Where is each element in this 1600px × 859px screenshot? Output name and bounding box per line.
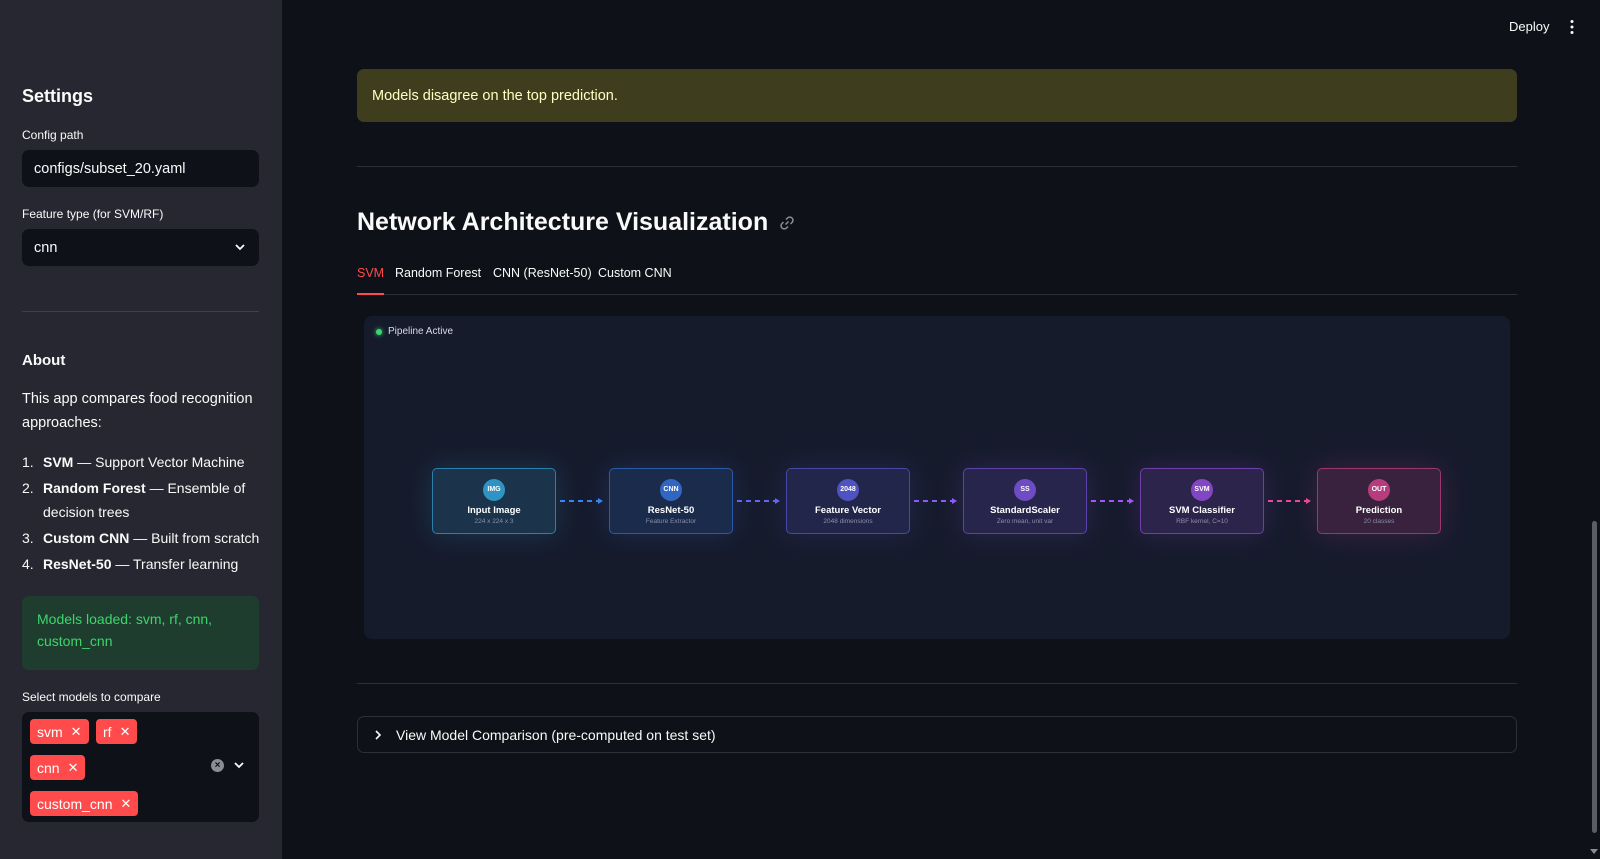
pipeline-node: SVM SVM Classifier RBF kernel, C=10: [1140, 468, 1264, 534]
arrow-head-icon: [1306, 498, 1311, 504]
divider: [357, 166, 1517, 167]
node-badge: SS: [1014, 479, 1036, 501]
chevron-down-icon[interactable]: [232, 758, 246, 772]
tab-svm[interactable]: SVM: [357, 266, 385, 295]
scrollbar-thumb[interactable]: [1592, 521, 1597, 833]
feature-type-select[interactable]: cnn: [22, 229, 259, 266]
chip-rf[interactable]: rf ✕: [96, 719, 138, 744]
list-item: 2. Random Forest — Ensemble of decision t…: [22, 480, 246, 520]
node-subtitle: Zero mean, unit var: [996, 518, 1054, 525]
about-title: About: [22, 352, 66, 369]
arrow-head-icon: [1129, 498, 1134, 504]
chevron-down-icon: [235, 244, 245, 251]
node-badge: OUT: [1368, 479, 1390, 501]
tab-custom-cnn[interactable]: Custom CNN: [598, 266, 672, 295]
feature-type-label: Feature type (for SVM/RF): [22, 207, 164, 221]
feature-type-value: cnn: [34, 239, 58, 256]
close-icon[interactable]: ✕: [120, 796, 131, 812]
config-path-input[interactable]: configs/subset_20.yaml: [22, 150, 259, 187]
arrow-head-icon: [952, 498, 957, 504]
node-title: Feature Vector: [815, 505, 881, 516]
pipeline-node: OUT Prediction 20 classes: [1317, 468, 1441, 534]
clear-all-icon[interactable]: ×: [211, 759, 224, 772]
node-subtitle: Feature Extractor: [645, 518, 697, 525]
select-models-label: Select models to compare: [22, 690, 161, 704]
sidebar: Settings Config path configs/subset_20.y…: [0, 0, 282, 859]
section-title-text: Network Architecture Visualization: [357, 208, 769, 236]
node-title: StandardScaler: [990, 505, 1060, 516]
tab-cnn-resnet[interactable]: CNN (ResNet-50): [493, 266, 592, 295]
sidebar-divider: [22, 311, 259, 312]
config-path-label: Config path: [22, 128, 84, 142]
node-title: Input Image: [467, 505, 521, 516]
close-icon[interactable]: ✕: [120, 724, 131, 740]
node-badge: 2048: [837, 479, 859, 501]
models-multiselect[interactable]: svm ✕ rf ✕ cnn ✕ custom_cnn ✕ ×: [22, 712, 259, 822]
chip-svm[interactable]: svm ✕: [30, 719, 89, 744]
pipeline-node: CNN ResNet-50 Feature Extractor: [609, 468, 733, 534]
tab-random-forest[interactable]: Random Forest: [395, 266, 481, 295]
pipeline-visualization: Pipeline Active IMG Input Image 224 x 224 …: [364, 316, 1510, 639]
link-icon[interactable]: [778, 214, 796, 232]
arrow-head-icon: [775, 498, 780, 504]
close-icon[interactable]: ✕: [68, 760, 79, 776]
node-subtitle: RBF kernel, C=10: [1176, 518, 1228, 525]
node-title: Prediction: [1355, 505, 1403, 516]
warning-text: Models disagree on the top prediction.: [372, 87, 618, 104]
model-comparison-expander[interactable]: View Model Comparison (pre-computed on t…: [357, 716, 1517, 753]
node-subtitle: 20 classes: [1363, 518, 1395, 525]
warning-alert: Models disagree on the top prediction.: [357, 69, 1517, 122]
list-item: 1. SVM — Support Vector Machine: [22, 454, 245, 470]
node-title: SVM Classifier: [1169, 505, 1235, 516]
tab-bar: SVM Random Forest CNN (ResNet-50) Custom…: [357, 266, 1517, 295]
kebab-menu-icon[interactable]: [1570, 19, 1574, 35]
node-title: ResNet-50: [647, 505, 695, 516]
chevron-right-icon: [375, 729, 382, 740]
approaches-list: 1. SVM — Support Vector Machine 2. Random …: [22, 450, 262, 578]
list-item: 3. Custom CNN — Built from scratch: [22, 530, 260, 546]
arrow-head-icon: [598, 498, 603, 504]
about-description: This app compares food recognition appro…: [22, 391, 253, 431]
pipeline-node: SS StandardScaler Zero mean, unit var: [963, 468, 1087, 534]
chip-cnn[interactable]: cnn ✕: [30, 755, 86, 780]
section-title: Network Architecture Visualization: [357, 208, 796, 237]
node-subtitle: 2048 dimensions: [823, 518, 873, 525]
deploy-button[interactable]: Deploy: [1509, 19, 1549, 34]
config-path-value: configs/subset_20.yaml: [34, 160, 186, 177]
node-badge: SVM: [1191, 479, 1213, 501]
pipeline-node: 2048 Feature Vector 2048 dimensions: [786, 468, 910, 534]
chip-custom-cnn[interactable]: custom_cnn ✕: [30, 791, 139, 816]
node-badge: CNN: [660, 479, 682, 501]
scroll-down-icon[interactable]: [1590, 849, 1598, 854]
models-loaded-alert: Models loaded: svm, rf, cnn, custom_cnn: [22, 596, 259, 670]
divider: [357, 683, 1517, 684]
close-icon[interactable]: ✕: [71, 724, 82, 740]
node-subtitle: 224 x 224 x 3: [474, 518, 514, 525]
expander-label: View Model Comparison (pre-computed on t…: [396, 726, 716, 743]
list-item: 4. ResNet-50 — Transfer learning: [22, 556, 239, 572]
sidebar-title: Settings: [22, 86, 94, 106]
node-badge: IMG: [483, 479, 505, 501]
pipeline-node: IMG Input Image 224 x 224 x 3: [432, 468, 556, 534]
